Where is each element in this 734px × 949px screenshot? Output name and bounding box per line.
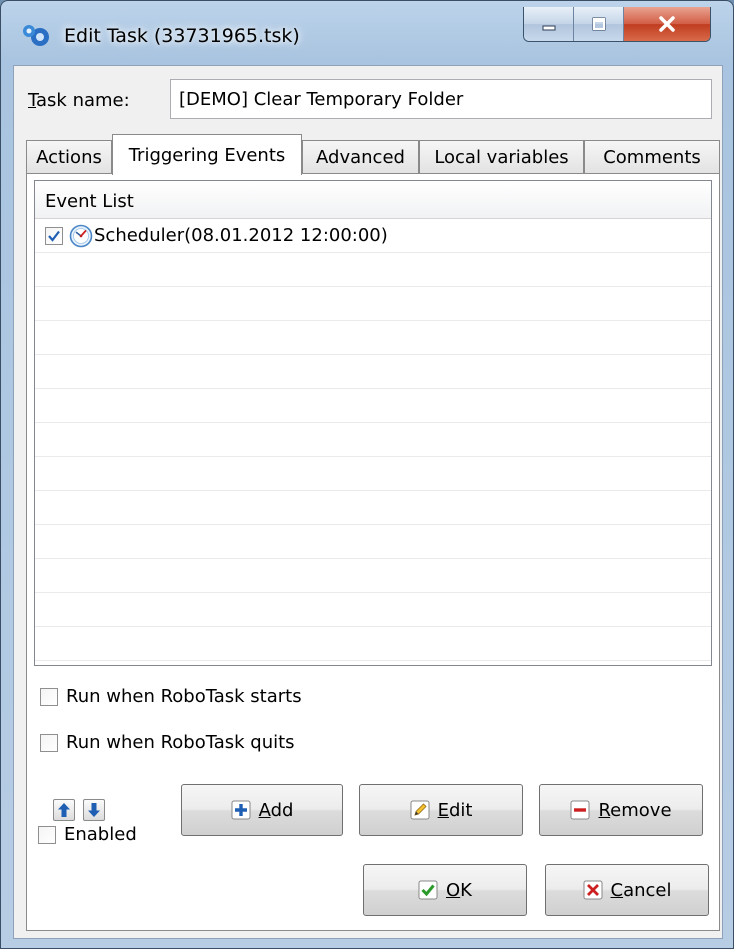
edit-task-window: Edit Task (33731965.tsk) Task name: [DEM… bbox=[0, 0, 734, 949]
run-on-quit-option[interactable]: Run when RoboTask quits bbox=[40, 732, 295, 753]
enabled-label: Enabled bbox=[64, 824, 137, 845]
move-up-button[interactable] bbox=[53, 799, 75, 821]
window-controls bbox=[523, 7, 711, 42]
minimize-icon bbox=[542, 25, 555, 31]
run-on-quit-label: Run when RoboTask quits bbox=[66, 732, 295, 753]
task-name-label: Task name: bbox=[28, 90, 130, 111]
add-accel: A bbox=[258, 799, 271, 821]
edit-accel: E bbox=[437, 799, 449, 821]
checkmark-icon bbox=[48, 230, 60, 242]
event-list-header[interactable]: Event List bbox=[35, 181, 711, 219]
minus-icon bbox=[570, 800, 590, 820]
add-rest: dd bbox=[270, 799, 294, 821]
list-item-empty bbox=[35, 321, 711, 355]
cancel-accel: C bbox=[610, 879, 624, 901]
pencil-icon bbox=[410, 800, 430, 820]
dialog-client-area: Task name: [DEMO] Clear Temporary Folder… bbox=[13, 65, 723, 939]
task-name-label-accel: T bbox=[28, 90, 37, 111]
run-on-quit-checkbox[interactable] bbox=[40, 733, 58, 752]
task-name-label-rest: ask name: bbox=[36, 90, 130, 111]
tab-actions[interactable]: Actions bbox=[26, 140, 112, 174]
ok-accel: O bbox=[446, 879, 461, 901]
list-item-empty bbox=[35, 423, 711, 457]
maximize-icon bbox=[592, 17, 605, 31]
list-item[interactable]: Scheduler(08.01.2012 12:00:00) bbox=[35, 219, 711, 253]
cancel-rest: ancel bbox=[623, 879, 672, 901]
tab-advanced[interactable]: Advanced bbox=[302, 140, 419, 174]
list-item-empty bbox=[35, 627, 711, 661]
close-icon bbox=[659, 16, 675, 32]
tab-triggering-events[interactable]: Triggering Events bbox=[112, 134, 302, 175]
enabled-option[interactable]: Enabled bbox=[38, 824, 137, 845]
remove-accel: R bbox=[598, 799, 611, 821]
event-item-label: Scheduler(08.01.2012 12:00:00) bbox=[94, 225, 388, 246]
tab-comments[interactable]: Comments bbox=[584, 140, 720, 174]
robotask-app-icon bbox=[23, 25, 49, 46]
cancel-button[interactable]: Cancel bbox=[545, 864, 709, 916]
enabled-checkbox[interactable] bbox=[38, 825, 56, 844]
clock-icon bbox=[69, 224, 93, 247]
task-name-input[interactable]: [DEMO] Clear Temporary Folder bbox=[170, 79, 712, 119]
run-on-start-checkbox[interactable] bbox=[40, 687, 58, 706]
maximize-button[interactable] bbox=[574, 7, 624, 41]
list-item-empty bbox=[35, 491, 711, 525]
ok-button-label: OK bbox=[446, 880, 472, 901]
triggering-events-panel: Event List Scheduler(08.01.2012 12:00:00… bbox=[26, 173, 720, 931]
move-down-button[interactable] bbox=[83, 799, 105, 821]
cancel-button-label: Cancel bbox=[611, 880, 672, 901]
x-icon bbox=[583, 880, 602, 900]
checkmark-icon bbox=[418, 880, 438, 900]
ok-rest: K bbox=[460, 879, 472, 901]
minimize-button[interactable] bbox=[524, 7, 574, 41]
list-item-empty bbox=[35, 355, 711, 389]
remove-rest: emove bbox=[610, 799, 672, 821]
list-item-empty bbox=[35, 389, 711, 423]
remove-button-label: Remove bbox=[598, 800, 671, 821]
edit-button-label: Edit bbox=[438, 800, 473, 821]
list-item-empty bbox=[35, 593, 711, 627]
close-button[interactable] bbox=[624, 7, 710, 41]
edit-rest: dit bbox=[448, 799, 473, 821]
arrow-down-icon bbox=[88, 803, 100, 817]
arrow-up-icon bbox=[58, 803, 70, 817]
remove-button[interactable]: Remove bbox=[539, 784, 703, 836]
edit-button[interactable]: Edit bbox=[359, 784, 523, 836]
window-title: Edit Task (33731965.tsk) bbox=[64, 25, 300, 47]
plus-icon bbox=[231, 800, 251, 820]
tab-local-variables[interactable]: Local variables bbox=[419, 140, 584, 174]
list-item-empty bbox=[35, 559, 711, 593]
list-item-empty bbox=[35, 253, 711, 287]
list-item-empty bbox=[35, 525, 711, 559]
ok-button[interactable]: OK bbox=[363, 864, 527, 916]
run-on-start-option[interactable]: Run when RoboTask starts bbox=[40, 686, 302, 707]
event-enabled-checkbox[interactable] bbox=[45, 226, 63, 245]
event-list[interactable]: Event List Scheduler(08.01.2012 12:00:00… bbox=[34, 180, 712, 666]
title-bar[interactable]: Edit Task (33731965.tsk) bbox=[1, 1, 733, 65]
add-button[interactable]: Add bbox=[181, 784, 343, 836]
list-item-empty bbox=[35, 287, 711, 321]
list-item-empty bbox=[35, 457, 711, 491]
run-on-start-label: Run when RoboTask starts bbox=[66, 686, 302, 707]
add-button-label: Add bbox=[259, 800, 294, 821]
